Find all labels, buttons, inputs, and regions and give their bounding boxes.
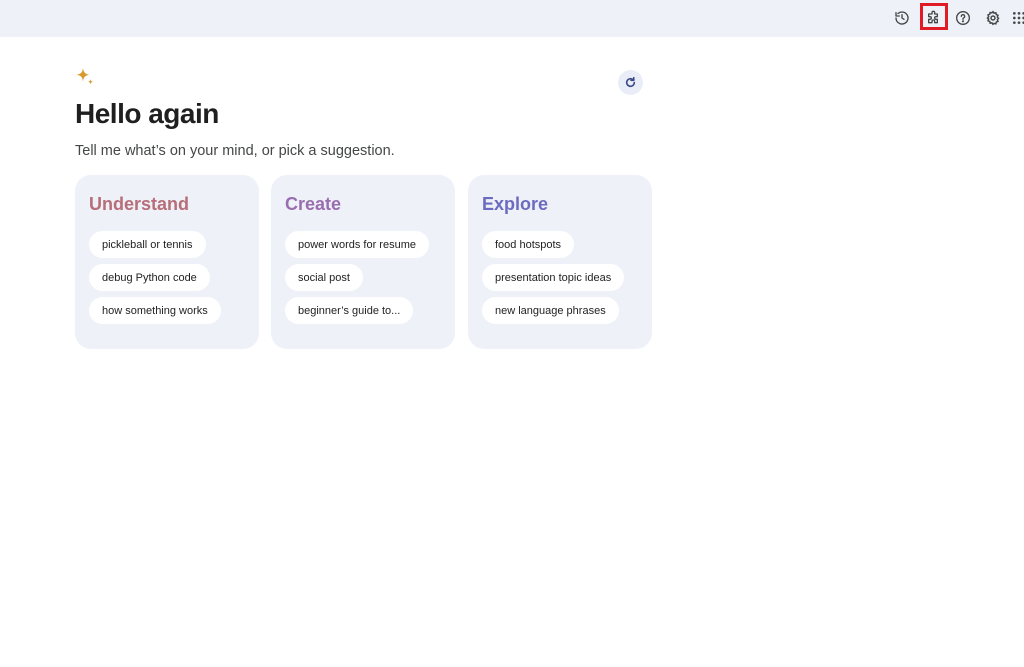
apps-button[interactable] <box>1006 5 1024 31</box>
history-icon <box>895 11 909 25</box>
suggestion-card-create: Create power words for resume social pos… <box>271 175 455 349</box>
card-title: Understand <box>89 194 190 214</box>
top-bar <box>0 0 1024 37</box>
suggestion-chip[interactable]: power words for resume <box>285 231 429 258</box>
apps-grid-icon <box>1013 12 1024 24</box>
gemini-sparkle-icon <box>76 68 94 85</box>
highlight-box <box>920 3 948 30</box>
suggestion-card-explore: Explore food hotspots presentation topic… <box>468 175 652 349</box>
suggestion-chip[interactable]: new language phrases <box>482 297 619 324</box>
suggestion-chip[interactable]: pickleball or tennis <box>89 231 206 258</box>
suggestion-chip[interactable]: social post <box>285 264 363 291</box>
settings-button[interactable] <box>980 5 1006 31</box>
settings-icon <box>986 10 1000 26</box>
suggestion-card-understand: Understand pickleball or tennis debug Py… <box>75 175 259 349</box>
suggestion-chip[interactable]: beginner’s guide to... <box>285 297 414 324</box>
help-button[interactable] <box>950 5 976 31</box>
refresh-icon <box>625 76 636 88</box>
greeting-heading: Hello again <box>75 98 219 129</box>
card-title: Explore <box>482 194 549 214</box>
card-title: Create <box>285 194 342 214</box>
refresh-suggestions-button[interactable] <box>618 70 643 95</box>
history-button[interactable] <box>889 5 915 31</box>
suggestion-chip[interactable]: how something works <box>89 297 221 324</box>
suggestion-chip[interactable]: food hotspots <box>482 231 575 258</box>
suggestion-chip[interactable]: debug Python code <box>89 264 210 291</box>
help-icon <box>956 11 970 25</box>
greeting-subtitle: Tell me what’s on your mind, or pick a s… <box>75 143 395 159</box>
suggestion-chip[interactable]: presentation topic ideas <box>482 264 625 291</box>
